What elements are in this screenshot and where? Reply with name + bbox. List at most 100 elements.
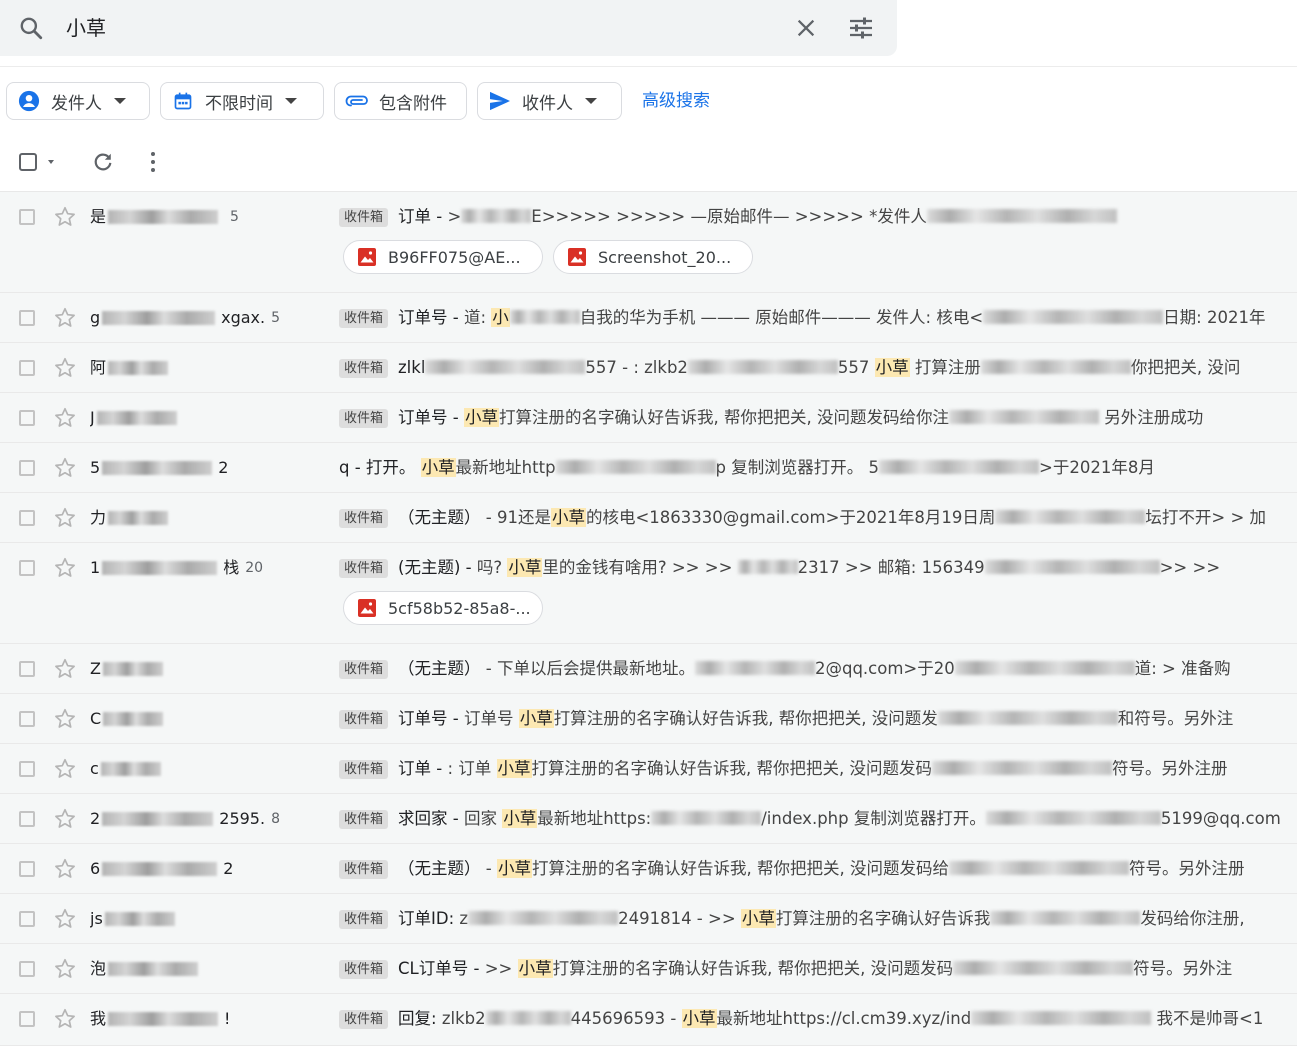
preview-text: - 91还是 bbox=[480, 508, 551, 527]
more-options-icon[interactable] bbox=[140, 142, 166, 182]
star-icon[interactable] bbox=[53, 857, 77, 881]
email-row[interactable]: 是 5 收件箱 订单 - > E>>>>> >>>>> —原始邮件— >>>>> *发件… bbox=[0, 192, 1297, 293]
email-row[interactable]: c 收件箱 订单 - : 订单 小草打算注册的名字确认好告诉我, 帮你把把关, 没问… bbox=[0, 744, 1297, 794]
preview-text: 打算注册的名字确认好告诉我, 帮你把把关, 没问题发码 bbox=[552, 959, 954, 978]
checkbox-icon[interactable] bbox=[13, 151, 63, 173]
star-icon[interactable] bbox=[53, 506, 77, 530]
redacted-sender bbox=[102, 662, 163, 676]
select-all-dropdown[interactable] bbox=[12, 142, 64, 182]
row-checkbox[interactable] bbox=[19, 761, 35, 777]
image-file-icon bbox=[568, 248, 586, 266]
star-icon[interactable] bbox=[53, 456, 77, 480]
header-divider bbox=[0, 66, 1297, 67]
search-input[interactable]: 小草 bbox=[66, 0, 106, 56]
sender-tail: 2595. bbox=[219, 809, 266, 828]
email-subject: 回复: bbox=[398, 1009, 442, 1028]
star-icon[interactable] bbox=[53, 757, 77, 781]
row-checkbox[interactable] bbox=[19, 360, 35, 376]
row-checkbox[interactable] bbox=[19, 410, 35, 426]
filter-recipient-chip[interactable]: 收件人 bbox=[477, 82, 622, 120]
search-highlight: 小草 bbox=[420, 458, 456, 477]
inbox-label-badge: 收件箱 bbox=[339, 960, 389, 979]
star-icon[interactable] bbox=[53, 406, 77, 430]
email-subject: 求回家 - bbox=[398, 809, 464, 828]
preview-text: 符号。另外注 bbox=[1133, 959, 1233, 978]
row-checkbox[interactable] bbox=[19, 961, 35, 977]
filter-sender-chip[interactable]: 发件人 bbox=[6, 82, 150, 120]
image-file-icon bbox=[358, 248, 376, 266]
star-icon[interactable] bbox=[53, 907, 77, 931]
thread-count: 5 bbox=[271, 310, 280, 326]
email-row[interactable]: 52q - 打开。 小草最新地址http p 复制浏览器打开。 5 >于2021年8… bbox=[0, 443, 1297, 493]
row-checkbox[interactable] bbox=[19, 460, 35, 476]
row-checkbox[interactable] bbox=[19, 510, 35, 526]
email-row[interactable]: C 收件箱 订单号 - 订单号 小草打算注册的名字确认好告诉我, 帮你把把关, 没问… bbox=[0, 694, 1297, 744]
search-highlight: 小草 bbox=[517, 959, 553, 978]
search-highlight: 小草 bbox=[681, 1009, 717, 1028]
star-icon[interactable] bbox=[53, 1007, 77, 1031]
email-subject: 订单 - bbox=[398, 759, 448, 778]
row-checkbox[interactable] bbox=[19, 310, 35, 326]
star-icon[interactable] bbox=[53, 707, 77, 731]
paperclip-icon bbox=[345, 89, 369, 113]
chevron-down-icon bbox=[585, 98, 597, 104]
star-icon[interactable] bbox=[53, 356, 77, 380]
email-row[interactable]: 力 收件箱 （无主题） - 91还是小草的核电<1863330@gmail.com>… bbox=[0, 493, 1297, 543]
thread-count: 8 bbox=[271, 811, 280, 827]
email-subject: (无主题) - bbox=[398, 558, 477, 577]
sender-name: 1 栈 20 bbox=[90, 557, 280, 579]
sender-name: 62 bbox=[90, 858, 280, 880]
sender-tail: 栈 bbox=[223, 558, 240, 577]
inbox-label-badge: 收件箱 bbox=[339, 559, 389, 578]
redacted-sender bbox=[108, 511, 169, 525]
clear-search-icon[interactable] bbox=[792, 0, 820, 56]
calendar-icon bbox=[171, 89, 195, 113]
filter-sender-label: 发件人 bbox=[51, 93, 102, 114]
email-row[interactable]: 阿 收件箱 zlkl 557 - : zlkb2 557 小草 打算注册 你把把关, 没问 bbox=[0, 343, 1297, 393]
email-row[interactable]: 6 2 收件箱 （无主题） - 小草打算注册的名字确认好告诉我, 帮你把把关, 没问题… bbox=[0, 844, 1297, 894]
email-row[interactable]: J 收件箱 订单号 - 小草打算注册的名字确认好告诉我, 帮你把把关, 没问题发码给… bbox=[0, 393, 1297, 443]
star-icon[interactable] bbox=[53, 957, 77, 981]
row-checkbox[interactable] bbox=[19, 861, 35, 877]
advanced-search-link[interactable]: 高级搜索 bbox=[642, 82, 710, 120]
email-row[interactable]: 我! 收件箱 回复: zlkb2 445696593 - 小草最新地址https://… bbox=[0, 994, 1297, 1046]
star-icon[interactable] bbox=[53, 556, 77, 580]
email-row[interactable]: Z 收件箱 （无主题） - 下单以后会提供最新地址。 2@qq.com>于20 道: >… bbox=[0, 644, 1297, 694]
email-row[interactable]: 1 栈 20 收件箱 (无主题) - 吗? 小草里的金钱有啥用? >> >> 2317 … bbox=[0, 543, 1297, 644]
email-row[interactable]: 泡 收件箱 CL订单号 - >> 小草打算注册的名字确认好告诉我, 帮你把把关, 没… bbox=[0, 944, 1297, 994]
attachment-chip[interactable]: B96FF075@AE... bbox=[343, 240, 543, 274]
sender-first-char: J bbox=[90, 408, 95, 427]
email-row[interactable]: g xgax. 5 收件箱 订单号 - 道: 小 自我的华为手机 ——— 原始邮件——— … bbox=[0, 293, 1297, 343]
row-checkbox[interactable] bbox=[19, 911, 35, 927]
search-bar[interactable]: 小草 bbox=[0, 0, 897, 56]
filter-attachment-chip[interactable]: 包含附件 bbox=[334, 82, 467, 120]
row-checkbox[interactable] bbox=[19, 711, 35, 727]
email-row[interactable]: js 收件箱 订单ID: z 2491814 - >> 小草打算注册的名字确认好告诉我… bbox=[0, 894, 1297, 944]
star-icon[interactable] bbox=[53, 306, 77, 330]
search-highlight: 小草 bbox=[463, 408, 499, 427]
star-icon[interactable] bbox=[53, 205, 77, 229]
sender-first-char: 1 bbox=[90, 558, 101, 577]
row-checkbox[interactable] bbox=[19, 209, 35, 225]
star-icon[interactable] bbox=[53, 807, 77, 831]
email-preview-line: 收件箱 订单 - > E>>>>> >>>>> —原始邮件— >>>>> *发件人 bbox=[339, 206, 1297, 228]
attachment-chip[interactable]: Screenshot_20... bbox=[553, 240, 753, 274]
inbox-label-badge: 收件箱 bbox=[339, 910, 389, 929]
email-preview-line: 收件箱 zlkl 557 - : zlkb2 557 小草 打算注册 你把把关, 没问 bbox=[339, 357, 1297, 379]
refresh-icon[interactable] bbox=[88, 142, 118, 182]
row-checkbox[interactable] bbox=[19, 560, 35, 576]
filter-time-chip[interactable]: 不限时间 bbox=[160, 82, 324, 120]
attachment-chip[interactable]: 5cf58b52-85a8-... bbox=[343, 591, 543, 625]
row-checkbox[interactable] bbox=[19, 811, 35, 827]
search-icon[interactable] bbox=[16, 0, 46, 56]
star-icon[interactable] bbox=[53, 657, 77, 681]
row-checkbox[interactable] bbox=[19, 661, 35, 677]
row-checkbox[interactable] bbox=[19, 1011, 35, 1027]
attachment-name: Screenshot_20... bbox=[598, 247, 732, 267]
redacted-text bbox=[990, 911, 1141, 925]
email-row[interactable]: 2 2595. 8 收件箱 求回家 - 回家 小草最新地址https: /index.ph… bbox=[0, 794, 1297, 844]
redacted-text bbox=[984, 560, 1160, 574]
redacted-text bbox=[980, 360, 1131, 374]
sender-name: C bbox=[90, 708, 280, 730]
search-options-icon[interactable] bbox=[846, 0, 876, 56]
